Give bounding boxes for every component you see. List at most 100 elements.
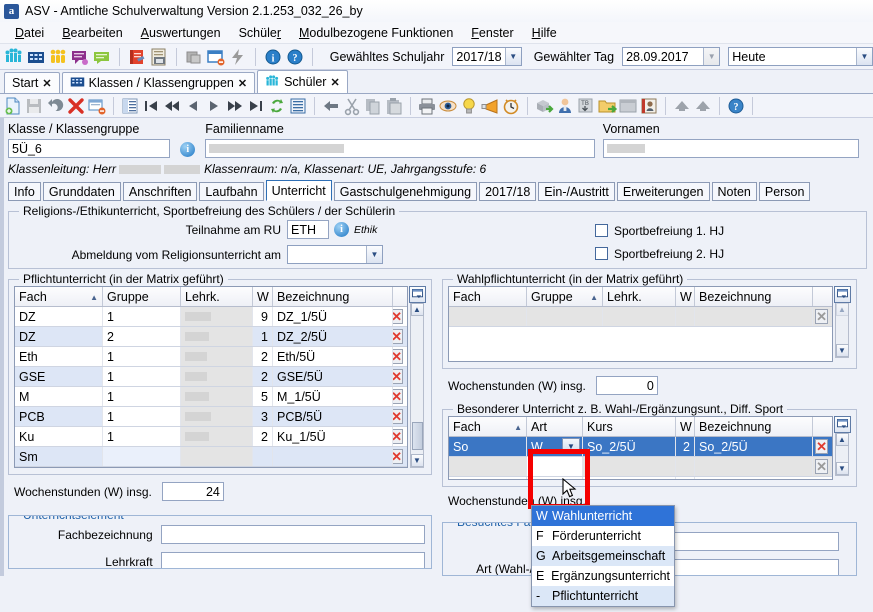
- green-note-icon[interactable]: [92, 47, 112, 67]
- school-building-icon[interactable]: [26, 47, 46, 67]
- new-document-icon[interactable]: [3, 96, 23, 116]
- next-page-icon[interactable]: [225, 96, 245, 116]
- delete-row-button[interactable]: ✕: [393, 409, 403, 424]
- fachbezeichnung-input[interactable]: [160, 525, 425, 544]
- export-package-icon[interactable]: [534, 96, 554, 116]
- scroll-up-button[interactable]: ▲: [835, 433, 849, 446]
- sportbefreiung-2hj-checkbox[interactable]: [595, 247, 608, 260]
- copy-icon[interactable]: [363, 96, 383, 116]
- scroll-down-button[interactable]: ▼: [835, 462, 849, 475]
- help-icon[interactable]: ?: [726, 96, 746, 116]
- persons-icon[interactable]: [48, 47, 68, 67]
- info-icon[interactable]: i: [334, 222, 349, 237]
- dropdown-option-arbeitsgemeinschaft[interactable]: G Arbeitsgemeinschaft: [532, 546, 674, 566]
- table-row[interactable]: DZ 1 9 DZ_1/5Ü ✕: [15, 307, 407, 327]
- pflichtunterricht-grid[interactable]: Fach ▲ Gruppe Lehrk. W Bezeichnung DZ 1: [14, 286, 408, 468]
- tab-unterricht[interactable]: Unterricht: [265, 180, 332, 201]
- ru-input[interactable]: ETH: [287, 220, 329, 239]
- group-students-icon[interactable]: [4, 47, 24, 67]
- delete-icon[interactable]: [66, 96, 86, 116]
- up-gray2-icon[interactable]: [693, 96, 713, 116]
- list-view-icon[interactable]: [120, 96, 140, 116]
- menu-item-hilfe[interactable]: Hilfe: [523, 24, 566, 42]
- table-row[interactable]: GSE 1 2 GSE/5Ü ✕: [15, 367, 407, 387]
- delete-row-button[interactable]: ✕: [815, 439, 828, 454]
- art-dropdown-list[interactable]: W Wahlunterricht F Förderunterricht G Ar…: [531, 505, 675, 607]
- menu-item-fenster[interactable]: Fenster: [462, 24, 522, 42]
- cut-icon[interactable]: [342, 96, 362, 116]
- tab-schuljahr[interactable]: 2017/18: [479, 182, 537, 201]
- schoolyear-combobox[interactable]: 2017/18 ▼: [452, 47, 522, 66]
- column-header-bezeichnung[interactable]: Bezeichnung: [273, 287, 393, 306]
- table-row[interactable]: ✕: [449, 307, 832, 327]
- column-header-gruppe[interactable]: Gruppe: [103, 287, 181, 306]
- table-row[interactable]: Sm ✕: [15, 447, 407, 467]
- red-book-icon[interactable]: [127, 47, 147, 67]
- sportbefreiung-1hj-checkbox[interactable]: [595, 224, 608, 237]
- wahlpflichtunterricht-grid[interactable]: Fach Gruppe ▲ Lehrk. W Bezeichnung ✕: [448, 286, 833, 362]
- delete-row-button[interactable]: ✕: [815, 309, 828, 324]
- column-header-bezeichnung[interactable]: Bezeichnung: [695, 417, 813, 436]
- menu-item-schueler[interactable]: Schüler: [230, 24, 290, 42]
- close-icon[interactable]: ✕: [330, 76, 339, 89]
- menu-item-auswertungen[interactable]: Auswertungen: [132, 24, 230, 42]
- lightbulb-icon[interactable]: [459, 96, 479, 116]
- today-combobox[interactable]: Heute ▼: [728, 47, 873, 66]
- column-config-button[interactable]: [833, 286, 851, 303]
- lightning-icon[interactable]: [228, 47, 248, 67]
- scroll-down-button[interactable]: ▼: [835, 344, 849, 357]
- tab-start[interactable]: Start ✕: [4, 72, 60, 93]
- module-gray-icon[interactable]: [184, 47, 204, 67]
- paste-icon[interactable]: [384, 96, 404, 116]
- table-row[interactable]: DZ 2 1 DZ_2/5Ü ✕: [15, 327, 407, 347]
- column-config-button[interactable]: [408, 286, 426, 303]
- chevron-down-icon[interactable]: ▼: [366, 246, 382, 263]
- column-header-w[interactable]: W: [253, 287, 273, 306]
- cell-art[interactable]: W ▼: [527, 437, 583, 456]
- form-remove-icon[interactable]: [87, 96, 107, 116]
- selectedday-combobox[interactable]: 28.09.2017 ▼: [622, 47, 721, 66]
- print-icon[interactable]: [417, 96, 437, 116]
- column-header-w[interactable]: W: [676, 417, 695, 436]
- refresh-icon[interactable]: [267, 96, 287, 116]
- up-gray-icon[interactable]: [672, 96, 692, 116]
- class-input[interactable]: 5Ü_6: [8, 139, 170, 158]
- id-card-icon[interactable]: [639, 96, 659, 116]
- table-row[interactable]: So W ▼ So_2/5Ü 2 So_2/5Ü ✕: [449, 437, 832, 457]
- tb-down-icon[interactable]: TB: [576, 96, 596, 116]
- window-block-icon[interactable]: [206, 47, 226, 67]
- chevron-down-icon[interactable]: ▼: [504, 48, 521, 65]
- chevron-down-icon[interactable]: ▼: [703, 48, 720, 65]
- printer-report-icon[interactable]: [149, 47, 169, 67]
- grid-scrollbar[interactable]: ▲ ▼: [835, 303, 849, 358]
- next-record-icon[interactable]: [204, 96, 224, 116]
- help-circle-icon[interactable]: ?: [285, 47, 305, 67]
- abmeldung-datepicker[interactable]: ▼: [287, 245, 383, 264]
- person-import-icon[interactable]: [555, 96, 575, 116]
- tab-grunddaten[interactable]: Grunddaten: [42, 182, 121, 201]
- dropdown-option-foerderunterricht[interactable]: F Förderunterricht: [532, 526, 674, 546]
- clock-icon[interactable]: [501, 96, 521, 116]
- scroll-thumb[interactable]: [411, 422, 423, 450]
- list-lines-icon[interactable]: [288, 96, 308, 116]
- save-icon[interactable]: [24, 96, 44, 116]
- column-header-w[interactable]: W: [676, 287, 695, 306]
- column-header-gruppe[interactable]: Gruppe ▲: [527, 287, 603, 306]
- delete-row-button[interactable]: ✕: [393, 329, 403, 344]
- dropdown-option-pflichtunterricht[interactable]: - Pflichtunterricht: [532, 586, 674, 606]
- close-icon[interactable]: ✕: [238, 77, 247, 90]
- tab-ein-austritt[interactable]: Ein-/Austritt: [538, 182, 615, 201]
- table-row[interactable]: Sme ✕: [15, 467, 407, 468]
- table-row[interactable]: M 1 5 M_1/5Ü ✕: [15, 387, 407, 407]
- dropdown-option-ergaenzungsunterricht[interactable]: E Ergänzungsunterricht: [532, 566, 674, 586]
- scroll-up-button[interactable]: ▲: [410, 303, 424, 316]
- prev-page-icon[interactable]: [162, 96, 182, 116]
- tab-gastschulgenehmigung[interactable]: Gastschulgenehmigung: [333, 182, 478, 201]
- back-arrow-icon[interactable]: [321, 96, 341, 116]
- grid-scrollbar[interactable]: ▲ ▼: [835, 433, 849, 476]
- familyname-input[interactable]: [205, 139, 596, 158]
- delete-row-button[interactable]: ✕: [393, 449, 403, 464]
- tab-info[interactable]: Info: [8, 182, 41, 201]
- table-row[interactable]: Ku 1 2 Ku_1/5Ü ✕: [15, 427, 407, 447]
- gray-window-icon[interactable]: [618, 96, 638, 116]
